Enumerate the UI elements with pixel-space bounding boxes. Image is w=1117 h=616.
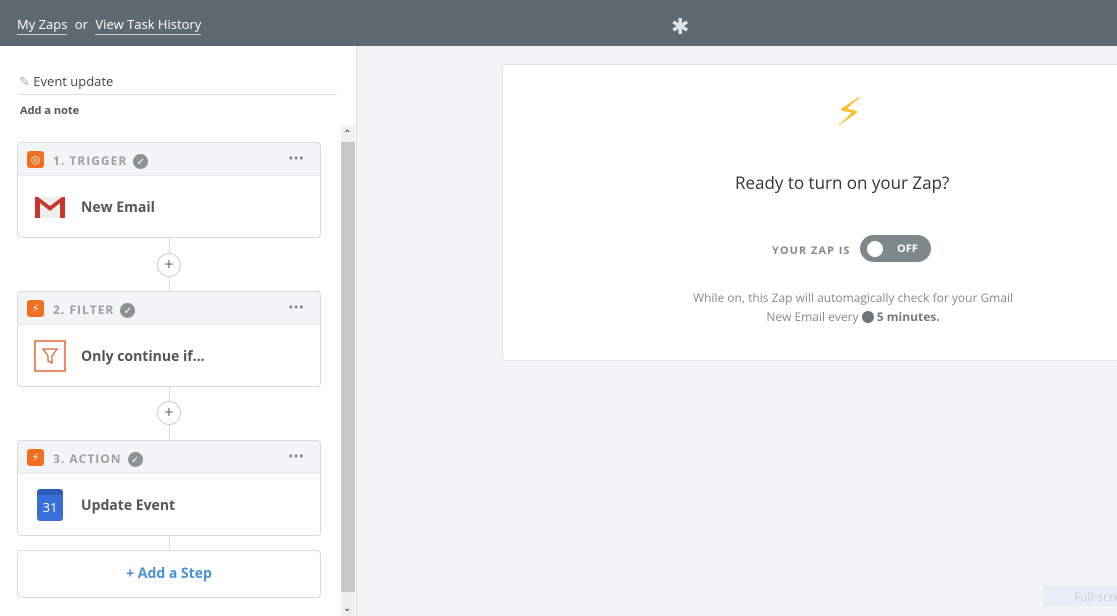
add-note-link[interactable]: Add a note xyxy=(20,103,79,118)
bolt-icon: ⚡ xyxy=(835,83,864,138)
step-label: 1. TRIGGER xyxy=(53,152,128,169)
top-bar: My Zaps or View Task History ✱ xyxy=(0,0,1117,46)
gmail-icon xyxy=(35,197,65,218)
zap-title: Event update xyxy=(33,72,114,90)
zapier-asterisk-icon[interactable]: ✱ xyxy=(671,11,689,41)
check-icon: ✓ xyxy=(120,303,136,318)
pencil-icon: ✎ xyxy=(19,72,30,90)
check-icon: ✓ xyxy=(133,154,149,169)
add-step-button[interactable]: + Add a Step xyxy=(17,550,321,598)
task-history-link[interactable]: View Task History xyxy=(95,15,202,35)
step-app-name: New Email xyxy=(81,198,155,217)
step-card-action[interactable]: ⚡ 3. ACTION ✓ ••• 31 Update Event xyxy=(17,440,321,536)
filter-icon xyxy=(34,340,66,372)
step-label: 3. ACTION xyxy=(53,450,122,467)
add-step-between-button[interactable]: + xyxy=(157,401,181,425)
my-zaps-link[interactable]: My Zaps xyxy=(17,15,68,35)
or-text: or xyxy=(74,15,88,33)
step-app-name: Update Event xyxy=(81,496,176,515)
add-step-between-button[interactable]: + xyxy=(157,253,181,277)
more-options-icon[interactable]: ••• xyxy=(288,149,304,168)
scroll-thumb[interactable] xyxy=(341,142,355,592)
step-card-filter[interactable]: ⚡ 2. FILTER ✓ ••• Only continue if... xyxy=(17,291,321,387)
bolt-icon: ⚡ xyxy=(27,449,44,466)
scroll-up-icon[interactable]: ⌃ xyxy=(343,126,351,140)
connector xyxy=(169,536,170,550)
step-label: 2. FILTER xyxy=(53,301,115,318)
clock-icon xyxy=(861,311,874,323)
more-options-icon[interactable]: ••• xyxy=(288,447,304,466)
google-calendar-icon: 31 xyxy=(37,489,63,521)
panel-heading: Ready to turn on your Zap? xyxy=(735,171,950,194)
trigger-icon: ◎ xyxy=(27,151,44,168)
toggle-knob xyxy=(867,241,883,257)
scroll-down-icon[interactable]: ⌄ xyxy=(343,600,351,614)
zap-description: While on, this Zap will automagically ch… xyxy=(653,288,1053,326)
more-options-icon[interactable]: ••• xyxy=(288,298,304,317)
scrollbar[interactable]: ⌃ ⌄ xyxy=(341,126,355,616)
zap-title-field[interactable]: ✎ Event update xyxy=(19,72,337,95)
bolt-icon: ⚡ xyxy=(27,300,44,317)
fullscreen-button[interactable]: Full-screen xyxy=(1043,586,1117,606)
editor-sidebar: ✎ Event update Add a note ⌃ ⌄ ◎ 1. TRIGGER… xyxy=(0,46,357,616)
step-app-name: Only continue if... xyxy=(81,347,205,366)
check-icon: ✓ xyxy=(127,452,143,467)
interval: 5 minutes. xyxy=(876,308,940,325)
zap-on-off-toggle[interactable]: OFF xyxy=(860,235,931,262)
step-card-trigger[interactable]: ◎ 1. TRIGGER ✓ ••• New Email xyxy=(17,142,321,238)
desc-line-2: New Email every xyxy=(766,308,859,325)
desc-line-1: While on, this Zap will automagically ch… xyxy=(692,289,1014,306)
toggle-state: OFF xyxy=(897,241,918,256)
your-zap-is-label: YOUR ZAP IS xyxy=(772,243,851,258)
zap-status-panel: ⚡ Ready to turn on your Zap? YOUR ZAP IS… xyxy=(502,64,1117,361)
